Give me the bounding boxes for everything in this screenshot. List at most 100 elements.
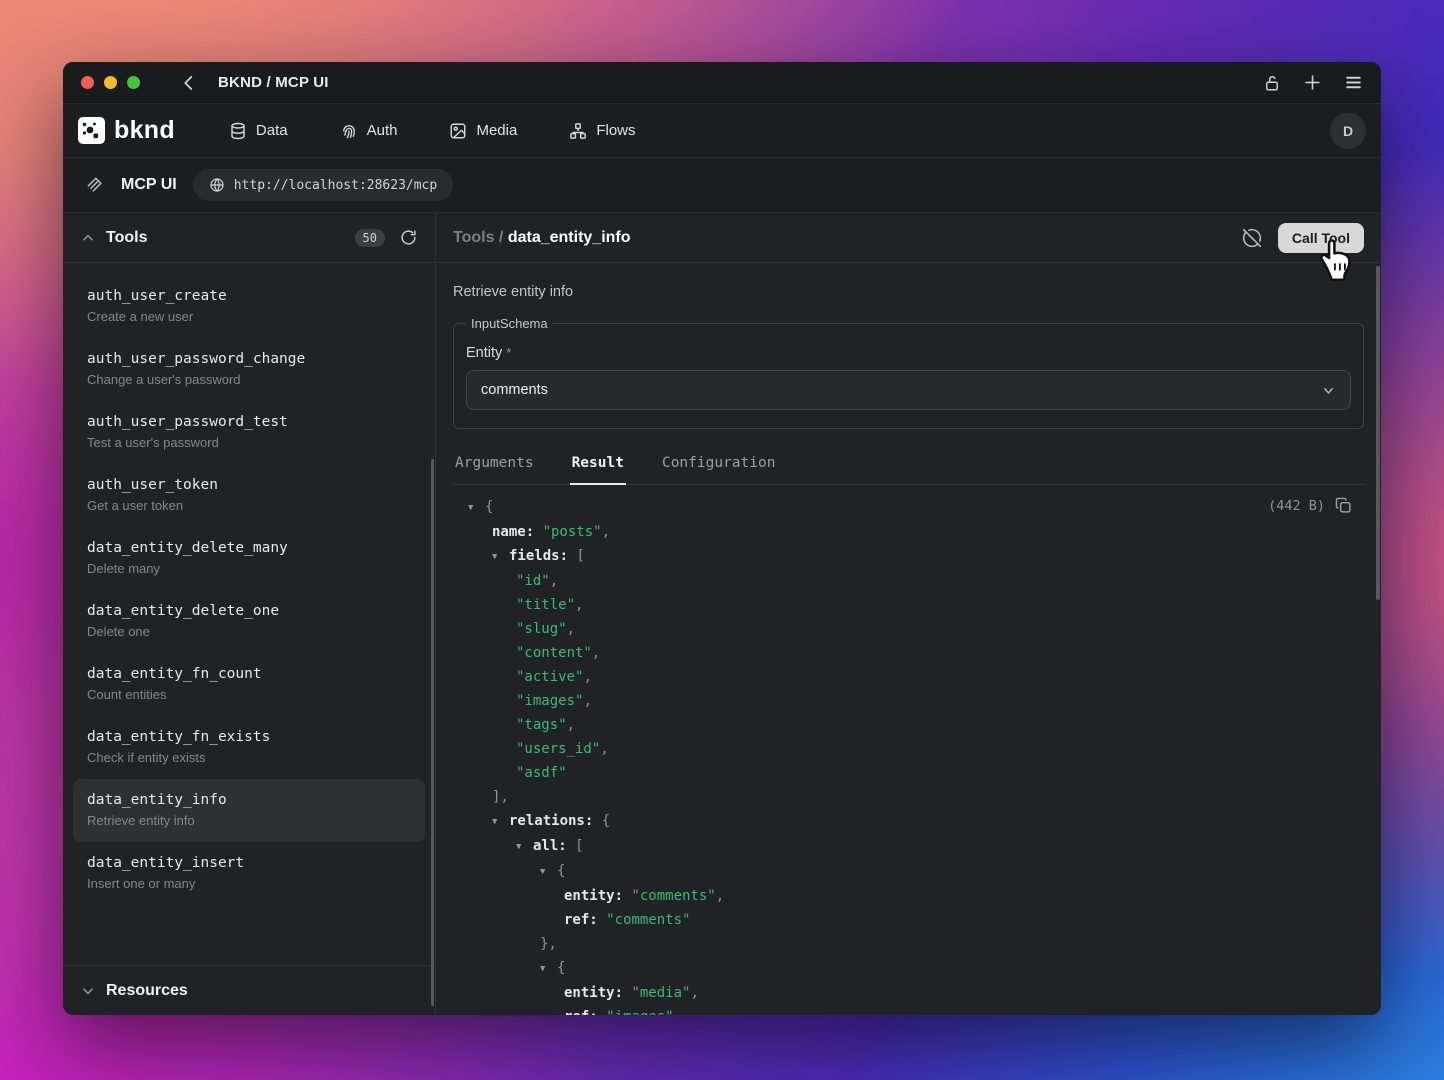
json-line: "slug", [453,617,1364,641]
json-line: "images", [453,689,1364,713]
zoom-window-button[interactable] [127,76,140,89]
main-panel: Tools / data_entity_info Call Tool Retri… [436,213,1381,1015]
nav-item-label: Auth [367,122,398,139]
tool-name: data_entity_fn_count [87,666,411,682]
tool-name: data_entity_fn_exists [87,729,411,745]
call-tool-button[interactable]: Call Tool [1278,223,1364,253]
circle-off-icon[interactable] [1242,228,1262,248]
input-schema-fieldset: InputSchema Entity* comments [453,316,1364,429]
json-line: "tags", [453,713,1364,737]
collapse-triangle-icon[interactable]: ▼ [468,496,485,520]
json-line: }, [453,932,1364,956]
brand-logo[interactable]: bknd [78,116,175,145]
tool-name: data_entity_delete_one [87,603,411,619]
tool-description: Get a user token [87,498,411,513]
nav-item-label: Data [256,122,288,139]
collapse-triangle-icon[interactable]: ▼ [540,860,557,884]
nav-item-label: Flows [596,122,635,139]
resources-header-title: Resources [106,982,188,1000]
title-bar: BKND / MCP UI [63,62,1381,104]
result-size: (442 B) [1268,498,1325,514]
close-window-button[interactable] [81,76,94,89]
json-line: "title", [453,593,1364,617]
chevron-left-icon [180,74,198,92]
mcp-icon [85,175,105,195]
collapse-triangle-icon[interactable]: ▼ [492,810,509,834]
tab-configuration[interactable]: Configuration [660,455,778,484]
workflow-icon [569,122,587,140]
entity-select[interactable]: comments [466,370,1351,410]
main-scrollbar[interactable] [1376,266,1380,600]
globe-icon [209,177,225,193]
server-url-text: http://localhost:28623/mcp [234,178,438,193]
tool-list-item[interactable]: data_entity_delete_many Delete many [73,527,425,590]
tool-description: Delete many [87,561,411,576]
json-line: "active", [453,665,1364,689]
window-title: BKND / MCP UI [218,74,329,91]
back-button[interactable] [180,74,198,92]
tool-list-item[interactable]: data_entity_delete_oneDelete one [73,590,425,653]
minimize-window-button[interactable] [104,76,117,89]
app-window: BKND / MCP UI bknd [63,62,1381,1015]
menu-icon[interactable] [1344,73,1363,92]
collapse-triangle-icon[interactable]: ▼ [492,545,509,569]
json-line: "users_id", [453,737,1364,761]
unlock-icon[interactable] [1263,74,1281,92]
tool-name: auth_user_token [87,477,411,493]
tool-list-item[interactable]: data_entity_insertInsert one or many [73,842,425,905]
result-tabs: Arguments Result Configuration [453,455,1364,485]
nav-item-flows[interactable]: Flows [569,122,635,140]
breadcrumb-current: data_entity_info [508,229,631,246]
brand-name: bknd [114,116,175,145]
tools-section-header[interactable]: Tools 50 [63,213,435,263]
json-line: ▼fields: [ [453,544,1364,569]
tab-arguments[interactable]: Arguments [453,455,536,484]
json-line: ▼relations: { [453,809,1364,834]
json-line: ref: "comments" [453,908,1364,932]
refresh-icon[interactable] [400,229,417,246]
tool-description: Retrieve entity info [87,813,411,828]
json-line: "id", [453,569,1364,593]
chevron-up-icon [81,231,95,245]
collapse-triangle-icon[interactable]: ▼ [516,835,533,859]
json-line: ], [453,785,1364,809]
server-bar: MCP UI http://localhost:28623/mcp [63,158,1381,213]
required-mark: * [506,345,511,360]
tool-list-item[interactable]: data_entity_fn_countCount entities [73,653,425,716]
collapse-triangle-icon[interactable]: ▼ [540,957,557,981]
tool-description: Test a user's password [87,435,411,450]
tool-list-item[interactable]: auth_user_password_changeChange a user's… [73,338,425,401]
tool-name: auth_user_create [87,288,411,304]
nav-item-auth[interactable]: Auth [340,122,398,140]
tool-list-item[interactable]: auth_user_password_testTest a user's pas… [73,401,425,464]
copy-icon[interactable] [1335,497,1352,514]
tool-name: data_entity_info [87,792,411,808]
tool-list-item[interactable]: auth_user_createCreate a new user [73,275,425,338]
user-avatar[interactable]: D [1330,113,1366,149]
entity-field-label: Entity* [466,345,1351,361]
tool-name: data_entity_delete_many [87,540,411,556]
tools-header-title: Tools [106,229,147,247]
resources-section-header[interactable]: Resources [63,965,435,1015]
entity-select-value: comments [481,382,548,398]
json-line: "content", [453,641,1364,665]
result-json-tree[interactable]: ▼{name: "posts",▼fields: ["id","title","… [453,495,1364,1015]
tool-name: auth_user_password_change [87,351,411,367]
json-line: ▼all: [ [453,834,1364,859]
input-schema-legend: InputSchema [466,316,553,331]
breadcrumb-parent[interactable]: Tools / [453,229,503,246]
chevron-down-icon [81,984,95,998]
tool-list-item[interactable]: auth_user_token Get a user token [73,464,425,527]
sidebar-scrollbar[interactable] [431,459,434,1006]
tool-list-item[interactable]: data_entity_info Retrieve entity info [73,779,425,842]
chevron-down-icon [1321,383,1336,398]
fingerprint-icon [340,122,358,140]
tool-list-item[interactable]: data_entity_fn_existsCheck if entity exi… [73,716,425,779]
new-tab-icon[interactable] [1303,73,1322,92]
nav-item-media[interactable]: Media [449,122,517,140]
json-line: name: "posts", [453,520,1364,544]
server-url[interactable]: http://localhost:28623/mcp [193,169,454,201]
nav-item-data[interactable]: Data [229,122,288,140]
database-icon [229,122,247,140]
tab-result[interactable]: Result [570,455,626,484]
